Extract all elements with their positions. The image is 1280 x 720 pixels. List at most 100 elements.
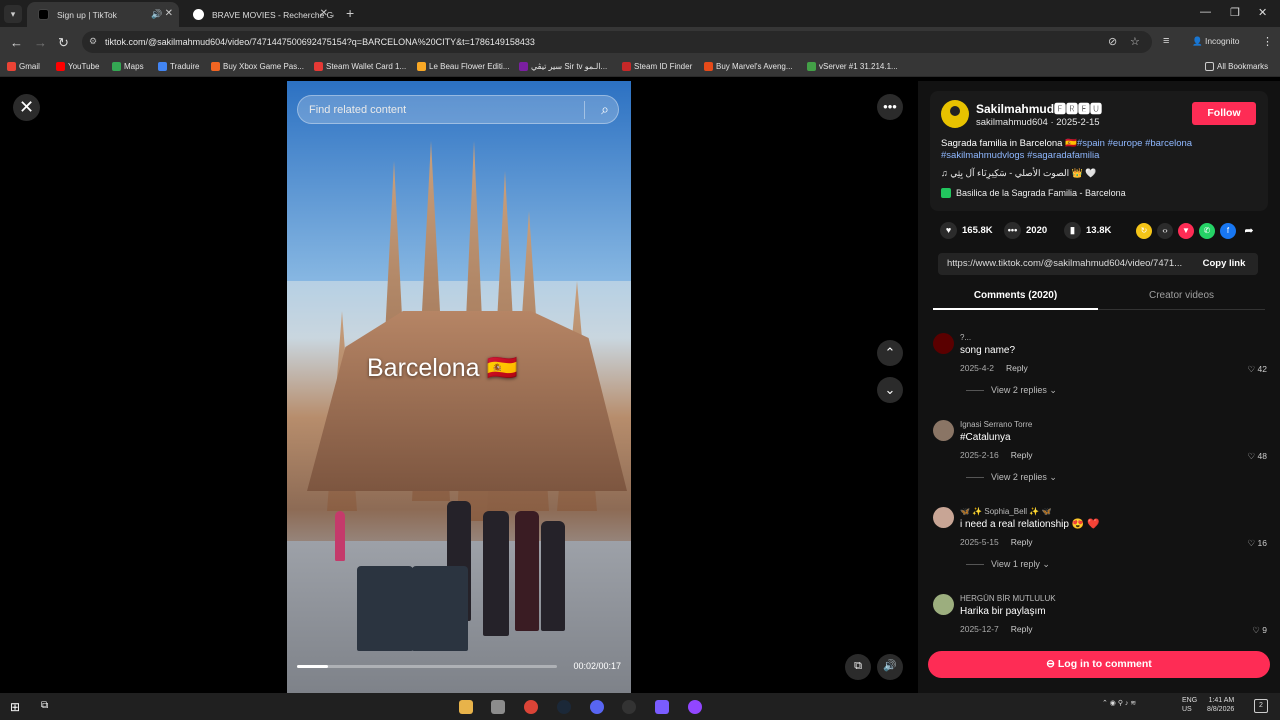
url-bar[interactable]: ⚙ tiktok.com/@sakilmahmud604/video/74714… xyxy=(82,31,1152,53)
bookmark-marvel[interactable]: Buy Marvel's Aveng... xyxy=(704,62,793,71)
more-options-icon[interactable]: ••• xyxy=(877,94,903,120)
send-icon[interactable]: ▼ xyxy=(1178,223,1194,239)
volume-icon[interactable]: 🔊 xyxy=(877,654,903,680)
close-tab-icon[interactable]: ✕ xyxy=(165,8,173,19)
tab-comments[interactable]: Comments (2020) xyxy=(933,290,1098,301)
tab-creator-videos[interactable]: Creator videos xyxy=(1099,290,1264,301)
avatar[interactable] xyxy=(933,594,954,615)
tab-brave-movies[interactable]: BRAVE MOVIES - Recherche Go ✕ xyxy=(182,2,334,27)
back-icon[interactable]: ← xyxy=(10,35,23,50)
view-replies-button[interactable]: View 2 replies ⌄ xyxy=(966,385,1057,396)
tab-search-button[interactable]: ▾ xyxy=(4,5,22,23)
repost-icon[interactable]: ↻ xyxy=(1136,223,1152,239)
comment-button[interactable]: ••• 2020 xyxy=(1004,222,1047,239)
bookmark-sirtv[interactable]: سير تيڤي Sir tv الـمو... xyxy=(519,62,607,71)
bookmark-vserver[interactable]: vServer #1 31.214.1... xyxy=(807,62,898,71)
login-to-comment-button[interactable]: ⊖ Log in to comment xyxy=(928,651,1270,678)
avatar[interactable] xyxy=(941,100,969,128)
comment-count: 2020 xyxy=(1026,225,1048,237)
new-tab-button[interactable]: + xyxy=(346,5,354,21)
app-icon[interactable] xyxy=(655,700,669,714)
hashtags[interactable]: #sakilmahmudvlogs #sagaradafamilia xyxy=(941,150,1099,161)
obs-icon[interactable] xyxy=(622,700,636,714)
avatar[interactable] xyxy=(933,333,954,354)
chrome-icon[interactable] xyxy=(524,700,538,714)
system-tray-icons[interactable]: ⌃ ◉ ⚲ ♪ ≋ xyxy=(1102,699,1136,707)
all-bookmarks[interactable]: All Bookmarks xyxy=(1205,62,1268,71)
comment-like-button[interactable]: ♡ 42 xyxy=(1248,364,1267,375)
follow-button[interactable]: Follow xyxy=(1192,102,1256,125)
reply-button[interactable]: Reply xyxy=(1011,624,1033,634)
browser-menu-icon[interactable]: ⋮ xyxy=(1262,35,1273,48)
app-icon[interactable] xyxy=(688,700,702,714)
comment-like-button[interactable]: ♡ 9 xyxy=(1252,625,1267,636)
notification-center[interactable]: 2 xyxy=(1254,699,1268,713)
hashtags[interactable]: #spain #europe #barcelona xyxy=(1077,138,1192,149)
comment-like-button[interactable]: ♡ 16 xyxy=(1248,538,1267,549)
reload-icon[interactable]: ↻ xyxy=(58,35,69,51)
avatar[interactable] xyxy=(933,420,954,441)
clock[interactable]: 1:41 AM 8/8/2026 xyxy=(1207,696,1234,714)
bookmark-maps[interactable]: Maps xyxy=(112,62,144,71)
video-player[interactable]: Find related content ⌕ Barcelona 🇪🇸 00:0… xyxy=(287,81,631,693)
forward-icon[interactable]: → xyxy=(34,35,47,50)
share-link-box[interactable]: https://www.tiktok.com/@sakilmahmud604/v… xyxy=(938,253,1258,275)
share-icon[interactable]: ➦ xyxy=(1241,223,1257,239)
view-replies-button[interactable]: View 2 replies ⌄ xyxy=(966,472,1057,483)
bookmark-steam-id[interactable]: Steam ID Finder xyxy=(622,62,692,71)
close-tab-icon[interactable]: ✕ xyxy=(320,8,328,19)
save-button[interactable]: ▮ 13.8K xyxy=(1064,222,1111,239)
video-progress-bar[interactable] xyxy=(297,665,557,668)
comment-username[interactable]: 🦋 ✨ Sophia_Bell ✨ 🦋 xyxy=(960,507,1051,516)
bookmark-gmail[interactable]: Gmail xyxy=(7,62,40,71)
person xyxy=(335,511,345,561)
discord-icon[interactable] xyxy=(590,700,604,714)
whatsapp-icon[interactable]: ✆ xyxy=(1199,223,1215,239)
bookmark-xbox[interactable]: Buy Xbox Game Pas... xyxy=(211,62,304,71)
close-window-icon[interactable]: ✕ xyxy=(1258,6,1267,19)
comment-username[interactable]: Ignasi Serrano Torre xyxy=(960,420,1032,429)
bookmark-steam-wallet[interactable]: Steam Wallet Card 1... xyxy=(314,62,406,71)
find-related-search[interactable]: Find related content ⌕ xyxy=(297,95,619,124)
author-name[interactable]: Sakilmahmud🅵🆁🅴🆄 xyxy=(976,100,1102,117)
audio-icon[interactable]: 🔊 xyxy=(151,9,162,20)
avatar[interactable] xyxy=(933,507,954,528)
search-icon[interactable]: ⌕ xyxy=(601,101,609,118)
store-icon[interactable] xyxy=(491,700,505,714)
site-info-icon[interactable]: ⚙ xyxy=(89,36,97,47)
comment-text: Harika bir paylaşım xyxy=(960,606,1046,617)
language-indicator[interactable]: ENG US xyxy=(1182,696,1197,714)
location-link[interactable]: Basilica de la Sagrada Familia - Barcelo… xyxy=(941,188,1126,198)
reply-button[interactable]: Reply xyxy=(1011,450,1033,460)
next-video-button[interactable]: ⌄ xyxy=(877,377,903,403)
restore-icon[interactable]: ❐ xyxy=(1230,6,1240,19)
facebook-icon[interactable]: f xyxy=(1220,223,1236,239)
previous-video-button[interactable]: ⌃ xyxy=(877,340,903,366)
comment-username[interactable]: HERGÜN BİR MUTLULUK xyxy=(960,594,1056,603)
like-button[interactable]: ♥ 165.8K xyxy=(940,222,993,239)
steam-icon[interactable] xyxy=(557,700,571,714)
comment-username[interactable]: ?... xyxy=(960,333,971,342)
view-replies-button[interactable]: View 1 reply ⌄ xyxy=(966,559,1050,570)
bookmark-star-icon[interactable]: ☆ xyxy=(1130,35,1140,48)
author-handle[interactable]: sakilmahmud604 · 2025-2-15 xyxy=(976,117,1100,128)
embed-icon[interactable]: ‹› xyxy=(1157,223,1173,239)
reply-button[interactable]: Reply xyxy=(1006,363,1028,373)
comment-like-button[interactable]: ♡ 48 xyxy=(1248,451,1267,462)
close-video-button[interactable]: ✕ xyxy=(13,94,40,121)
copy-link-button[interactable]: Copy link xyxy=(1190,253,1258,275)
reply-button[interactable]: Reply xyxy=(1011,537,1033,547)
windows-start-icon[interactable]: ⊞ xyxy=(10,700,24,714)
file-explorer-icon[interactable] xyxy=(459,700,473,714)
reading-list-icon[interactable]: ≡ xyxy=(1163,35,1169,47)
bookmark-traduire[interactable]: Traduire xyxy=(158,62,200,71)
task-view-icon[interactable]: ⧉ xyxy=(41,700,55,714)
float-player-icon[interactable]: ⧉ xyxy=(845,654,871,680)
incognito-indicator[interactable]: 👤 Incognito xyxy=(1192,36,1239,47)
minimize-icon[interactable]: — xyxy=(1200,6,1211,18)
music-link[interactable]: ♫ الصوت الأصلي - سَكِيرِنَاء آل بِثِي 👑 … xyxy=(941,168,1097,179)
eye-off-icon[interactable]: ⊘ xyxy=(1108,35,1117,48)
tab-tiktok[interactable]: Sign up | TikTok 🔊 ✕ xyxy=(27,2,179,27)
bookmark-flower[interactable]: Le Beau Flower Editi... xyxy=(417,62,509,71)
bookmark-youtube[interactable]: YouTube xyxy=(56,62,99,71)
